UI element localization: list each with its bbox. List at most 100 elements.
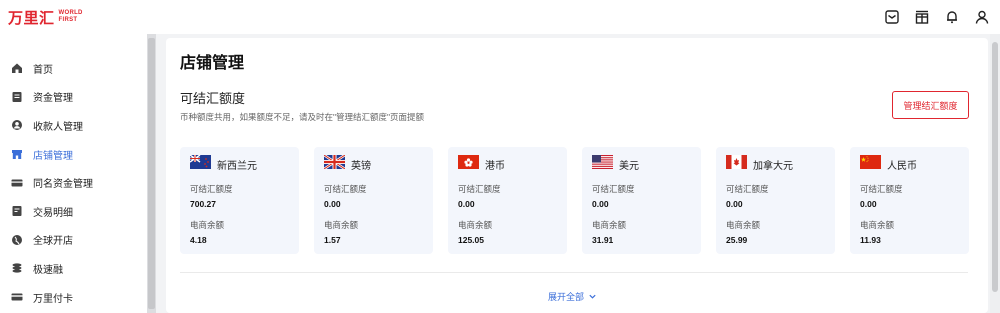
currency-name: 加拿大元: [753, 160, 793, 172]
bell-icon[interactable]: [944, 9, 960, 25]
card-header: 加拿大元: [726, 154, 825, 174]
quota-value: 0.00: [592, 199, 609, 209]
section-title: 可结汇额度: [180, 91, 246, 106]
home-icon: [11, 62, 23, 74]
currency-name: 人民币: [887, 160, 917, 172]
sidebar-item-label: 万里付卡: [33, 293, 73, 305]
sidebar-item-label: 全球开店: [33, 236, 73, 248]
currency-name: 新西兰元: [217, 160, 257, 172]
balance-value: 25.99: [726, 235, 748, 245]
sidebar-scrollbar[interactable]: [147, 34, 156, 313]
sidebar: 首页资金管理收款人管理店铺管理同名资金管理 交易明细全球开店极速融万里付卡: [0, 34, 147, 313]
cn-flag-icon: [860, 154, 881, 174]
sidebar-item-label: 店铺管理: [33, 150, 73, 162]
currency-name: 港币: [485, 160, 505, 172]
page-title: 店铺管理: [180, 55, 245, 72]
sidebar-item-3[interactable]: 店铺管理: [0, 140, 147, 169]
sidebar-item-label: 同名资金管理: [33, 179, 93, 191]
currency-card[interactable]: 人民币可结汇额度 0.00 电商余额 11.93: [850, 147, 969, 254]
sidebar-item-label: 交易明细: [33, 207, 73, 219]
currency-card[interactable]: 加拿大元可结汇额度 0.00 电商余额 25.99: [716, 147, 835, 254]
section-description: 币种额度共用，如果额度不足，请及时在"管理结汇额度"页面提额: [180, 112, 425, 122]
quota-label: 可结汇额度: [324, 184, 367, 194]
funds-icon: [11, 91, 23, 103]
sidebar-scroll-thumb[interactable]: [148, 38, 155, 309]
chevron-down-icon: [589, 294, 596, 299]
quota-label: 可结汇额度: [458, 184, 501, 194]
quota-label: 可结汇额度: [190, 184, 233, 194]
currency-card[interactable]: 港币可结汇额度 0.00 电商余额 125.05: [448, 147, 567, 254]
quota-value: 0.00: [860, 199, 877, 209]
nz-flag-icon: [190, 154, 211, 174]
page-scroll-thumb[interactable]: [992, 42, 998, 292]
card-header: 港币: [458, 154, 557, 174]
balance-value: 11.93: [860, 235, 881, 245]
quota-value: 700.27: [190, 199, 216, 209]
sidebar-item-4[interactable]: 同名资金管理: [0, 168, 147, 197]
currency-card[interactable]: 美元可结汇额度 0.00 电商余额 31.91: [582, 147, 701, 254]
top-bar: 万里汇 WORLD FIRST: [0, 0, 1000, 34]
sidebar-item-7[interactable]: 极速融: [0, 254, 147, 283]
card-icon: [11, 177, 23, 189]
payee-icon: [11, 119, 23, 131]
sidebar-item-label: 首页: [33, 64, 53, 76]
globe-icon: [11, 234, 23, 246]
uk-flag-icon: [324, 154, 345, 174]
quota-value: 0.00: [726, 199, 743, 209]
currency-card[interactable]: 新西兰元 可结汇额度 700.27 电商余额 4.18: [180, 147, 299, 254]
balance-value: 31.91: [592, 235, 614, 245]
currency-name: 英镑: [351, 160, 371, 172]
currency-card[interactable]: 英镑可结汇额度 0.00 电商余额 1.57: [314, 147, 433, 254]
currency-name: 美元: [619, 160, 639, 172]
top-icons: [884, 9, 990, 25]
quota-value: 0.00: [324, 199, 341, 209]
sidebar-item-label: 极速融: [33, 264, 63, 276]
sidebar-menu: 首页资金管理收款人管理店铺管理同名资金管理 交易明细全球开店极速融万里付卡: [0, 34, 147, 311]
sidebar-item-label: 收款人管理: [33, 121, 83, 133]
quota-value: 0.00: [458, 199, 475, 209]
card-header: 英镑: [324, 154, 423, 174]
sidebar-item-5[interactable]: 交易明细: [0, 197, 147, 226]
sidebar-item-0[interactable]: 首页: [0, 54, 147, 83]
logo-subtext: WORLD FIRST: [59, 10, 83, 24]
balance-value: 1.57: [324, 235, 341, 245]
card-header: 新西兰元: [190, 154, 289, 174]
us-flag-icon: [592, 154, 613, 174]
transactions-icon: [11, 205, 23, 217]
balance-label: 电商余额: [458, 220, 493, 230]
logo-en-line2: FIRST: [58, 17, 78, 23]
quota-label: 可结汇额度: [592, 184, 635, 194]
sidebar-item-2[interactable]: 收款人管理: [0, 111, 147, 140]
finance-icon: [11, 262, 23, 274]
gift-icon[interactable]: [914, 9, 930, 25]
payment-card-icon: [11, 291, 23, 303]
user-icon[interactable]: [974, 9, 990, 25]
expand-all-link[interactable]: 展开全部: [548, 290, 597, 303]
divider: [180, 272, 968, 273]
balance-label: 电商余额: [592, 220, 627, 230]
currency-cards: 新西兰元 可结汇额度 700.27 电商余额 4.18 英镑 可结汇额度 0.00 电商余额 1.…: [180, 147, 969, 254]
quota-label: 可结汇额度: [860, 184, 903, 194]
sidebar-item-1[interactable]: 资金管理: [0, 83, 147, 112]
sidebar-item-label: 资金管理: [33, 93, 73, 105]
balance-label: 电商余额: [190, 220, 225, 230]
balance-label: 电商余额: [726, 220, 761, 230]
logo-en-line1: WORLD: [58, 10, 83, 16]
main-panel: 店铺管理 可结汇额度 币种额度共用，如果额度不足，请及时在"管理结汇额度"页面提…: [166, 38, 988, 313]
sidebar-item-6[interactable]: 全球开店: [0, 226, 147, 255]
card-header: 美元: [592, 154, 691, 174]
page-scrollbar[interactable]: [990, 34, 1000, 313]
balance-label: 电商余额: [324, 220, 359, 230]
hk-flag-icon: [458, 154, 479, 174]
message-icon[interactable]: [884, 9, 900, 25]
balance-label: 电商余额: [860, 220, 895, 230]
balance-value: 125.05: [458, 235, 484, 245]
card-header: 人民币: [860, 154, 959, 174]
manage-quota-button[interactable]: 管理结汇额度: [892, 91, 969, 119]
expand-all-label: 展开全部: [548, 292, 585, 302]
ca-flag-icon: [726, 154, 747, 174]
sidebar-item-8[interactable]: 万里付卡: [0, 283, 147, 312]
logo[interactable]: 万里汇 WORLD FIRST: [8, 7, 83, 28]
logo-text: 万里汇: [8, 9, 55, 27]
quota-label: 可结汇额度: [726, 184, 769, 194]
